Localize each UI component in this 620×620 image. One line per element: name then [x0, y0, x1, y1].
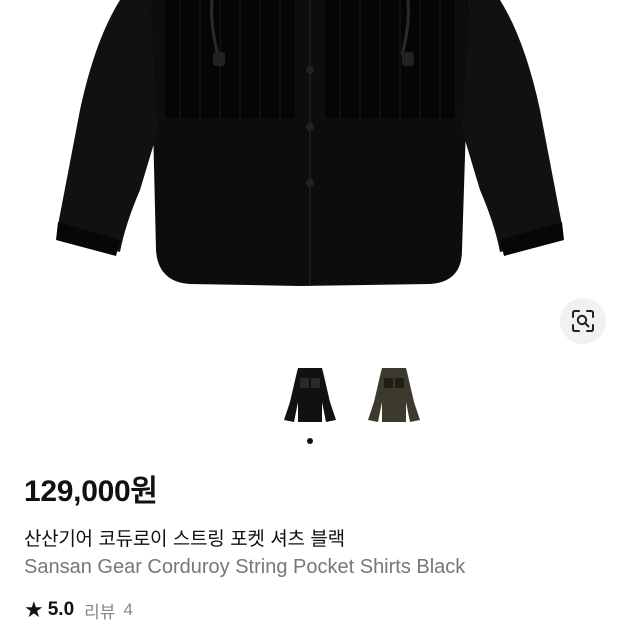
gallery-pagination	[307, 438, 313, 444]
thumbnail-list	[278, 362, 426, 426]
pagination-dot-active	[307, 438, 313, 444]
product-title-korean: 산산기어 코듀로이 스트링 포켓 셔츠 블랙	[24, 528, 345, 550]
shirt-thumb-icon	[284, 368, 336, 422]
star-icon: ★	[24, 597, 44, 620]
thumbnail-olive[interactable]	[362, 362, 426, 426]
lens-search-icon	[572, 310, 594, 332]
review-label: 리뷰	[84, 602, 116, 620]
product-title-english: Sansan Gear Corduroy String Pocket Shirt…	[24, 556, 466, 578]
product-main-image[interactable]	[0, 0, 620, 345]
rating-score: 5.0	[47, 599, 75, 620]
review-count: 4	[123, 600, 133, 619]
lens-search-button[interactable]	[560, 298, 606, 344]
product-price: 129,000원	[24, 475, 158, 508]
thumbnail-black[interactable]	[278, 362, 342, 426]
shirt-thumb-icon	[368, 368, 420, 422]
shirt-illustration	[56, 0, 564, 286]
rating-summary[interactable]: ★ 5.0 리뷰 4	[24, 597, 133, 620]
